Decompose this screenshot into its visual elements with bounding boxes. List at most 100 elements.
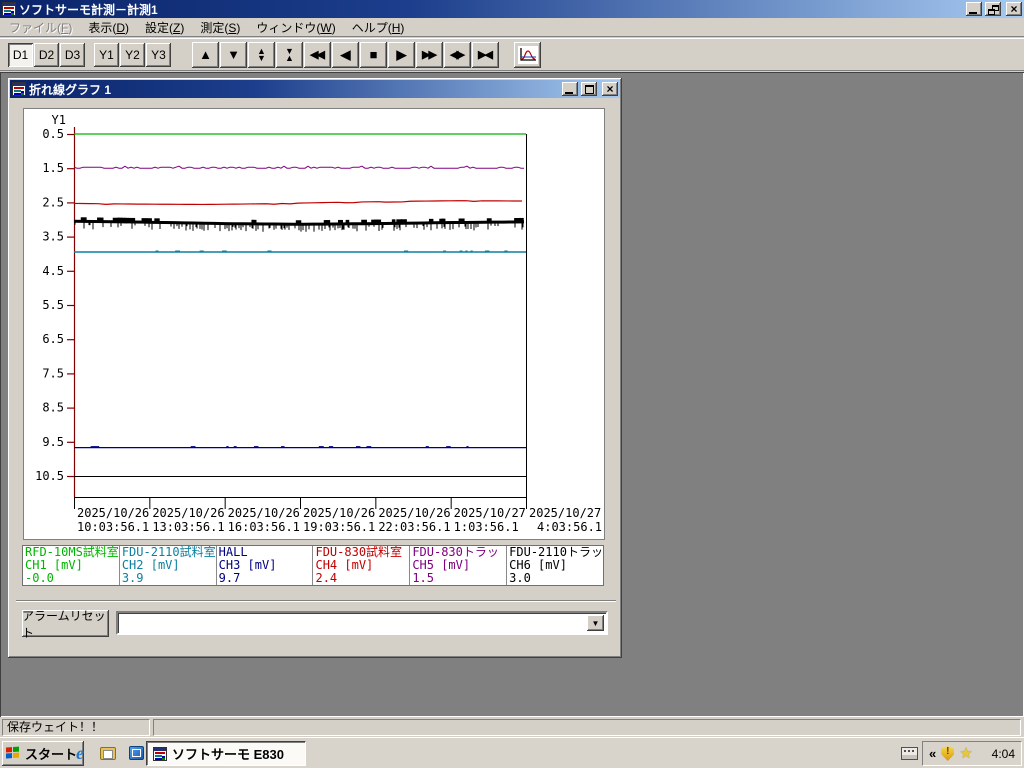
display-d1-button[interactable]: D1 [8, 42, 33, 67]
main-window-title: ソフトサーモ計測－計測1 [19, 2, 158, 17]
view-button-group: D1 D2 D3 [8, 42, 85, 67]
nav-button-group: ▲ ▼ ▲ ▼ ▼ ▲ ◀◀ ◀ ■ ▶ ▶▶ ◀▶ ▶◀ [192, 41, 499, 68]
statusbar: 保存ウェイト！！ [0, 717, 1024, 737]
scroll-up-button[interactable]: ▲ [192, 41, 219, 68]
restore-button[interactable] [985, 2, 1001, 16]
svg-text:8.5: 8.5 [42, 401, 64, 415]
svg-text:7.5: 7.5 [42, 366, 64, 380]
axis-y2-button[interactable]: Y2 [120, 42, 145, 67]
svg-text:2.5: 2.5 [42, 195, 64, 209]
menubar: ファイル(F) 表示(D) 設定(Z) 測定(S) ウィンドウ(W) ヘルプ(H) [0, 18, 1024, 37]
main-titlebar: ソフトサーモ計測－計測1 × [0, 0, 1024, 18]
status-panel-secondary [153, 719, 1021, 736]
axis-y1-button[interactable]: Y1 [94, 42, 119, 67]
security-shield-icon[interactable] [941, 746, 955, 761]
svg-text:Y1: Y1 [52, 113, 66, 127]
svg-text:1:03:56.1: 1:03:56.1 [454, 520, 519, 534]
svg-text:1.5: 1.5 [42, 161, 64, 175]
windows-flag-icon [6, 746, 21, 760]
task-app-icon [153, 746, 167, 761]
menu-item-settings[interactable]: 設定(Z) [137, 17, 192, 38]
svg-text:2025/10/26: 2025/10/26 [152, 506, 224, 520]
menu-item-measure[interactable]: 測定(S) [192, 17, 248, 38]
graph-window-icon [12, 82, 26, 96]
fast-forward-button[interactable]: ▶▶ [416, 41, 443, 68]
desktop: ソフトサーモ計測－計測1 × ファイル(F) 表示(D) 設定(Z) 測定(S) ウィン… [0, 0, 1024, 768]
expand-vertical-button[interactable]: ▲ ▼ [248, 41, 275, 68]
menu-item-file: ファイル(F) [9, 20, 73, 35]
line-chart: Y1 0.5 1.5 2.5 3.5 4.5 5.5 6.5 7.5 8.5 9.5 10.5 2025… [23, 108, 605, 540]
outlook-express-icon[interactable] [126, 743, 146, 763]
alarm-reset-button[interactable]: アラームリセット [22, 609, 109, 640]
menu-item-help[interactable]: ヘルプ(H) [344, 17, 413, 38]
svg-text:3.5: 3.5 [42, 230, 64, 244]
legend-cell-ch3: HALL CH3 [mV] 9.7 [215, 546, 313, 585]
menu-item-window[interactable]: ウィンドウ(W) [248, 17, 343, 38]
svg-text:22:03:56.1: 22:03:56.1 [378, 520, 450, 534]
line-chart-svg: Y10.5 1.5 2.5 3.5 4.5 5.5 6.5 7.5 8.5 9.5 10.5 2025… [35, 113, 602, 534]
keyboard-icon[interactable] [901, 747, 918, 760]
stop-button[interactable]: ■ [360, 41, 387, 68]
svg-text:2025/10/26: 2025/10/26 [228, 506, 300, 520]
legend-cell-ch2: FDU-2110試料室 CH2 [mV] 3.9 [118, 546, 216, 585]
svg-text:0.5: 0.5 [42, 127, 64, 141]
alarm-reset-label: アラームリセット [22, 608, 106, 640]
task-app-button[interactable]: ソフトサーモ E830 [146, 741, 306, 766]
step-forward-button[interactable]: ▶ [388, 41, 415, 68]
svg-text:2025/10/27: 2025/10/27 [529, 506, 601, 520]
step-backward-button[interactable]: ◀ [332, 41, 359, 68]
legend-cell-ch4: FDU-830試料室 CH4 [mV] 2.4 [312, 546, 410, 585]
tray-chevron[interactable]: « [929, 746, 936, 761]
svg-text:19:03:56.1: 19:03:56.1 [303, 520, 375, 534]
graph-window: 折れ線グラフ 1 × Y1 0.5 1.5 2.5 3.5 4.5 5.5 6.5 7.5 8.5… [8, 78, 622, 658]
show-desktop-icon[interactable] [98, 743, 118, 763]
separator [16, 600, 616, 602]
mdi-area: 折れ線グラフ 1 × Y1 0.5 1.5 2.5 3.5 4.5 5.5 6.5 7.5 8.5… [0, 72, 1024, 717]
legend-cell-ch1: RFD-10MS試料室 CH1 [mV] -0.0 [23, 546, 119, 585]
star-icon[interactable]: ★ [959, 746, 972, 761]
compress-horizontal-button[interactable]: ▶◀ [472, 41, 499, 68]
svg-text:9.5: 9.5 [42, 435, 64, 449]
svg-text:10:03:56.1: 10:03:56.1 [77, 520, 149, 534]
graph-maximize-button[interactable] [581, 82, 597, 96]
alarm-combo-input[interactable] [120, 615, 586, 631]
display-d2-button[interactable]: D2 [34, 42, 59, 67]
app-icon [2, 2, 16, 16]
graph-titlebar: 折れ線グラフ 1 × [10, 80, 620, 98]
scroll-down-button[interactable]: ▼ [220, 41, 247, 68]
svg-text:2025/10/26: 2025/10/26 [77, 506, 149, 520]
svg-text:16:03:56.1: 16:03:56.1 [228, 520, 300, 534]
toolbar: D1 D2 D3 Y1 Y2 Y3 ▲ ▼ ▲ ▼ ▼ ▲ ◀◀ ◀ ■ ▶ ▶▶ ◀▶ ▶◀ [0, 38, 1024, 71]
legend-cell-ch5: FDU-830トラッ CH5 [mV] 1.5 [409, 546, 507, 585]
tray-clock: 4:04 [991, 746, 1015, 761]
svg-text:6.5: 6.5 [42, 332, 64, 346]
system-tray: « ★ 4:04 [922, 741, 1022, 766]
svg-text:2025/10/27: 2025/10/27 [454, 506, 526, 520]
graph-minimize-button[interactable] [562, 82, 578, 96]
graph-body: Y1 0.5 1.5 2.5 3.5 4.5 5.5 6.5 7.5 8.5 9.5 10.5 2025… [10, 98, 620, 656]
expand-horizontal-button[interactable]: ◀▶ [444, 41, 471, 68]
fast-backward-button[interactable]: ◀◀ [304, 41, 331, 68]
status-message: 保存ウェイト！！ [2, 719, 150, 736]
graph-icon [517, 45, 538, 64]
axis-button-group: Y1 Y2 Y3 [94, 42, 171, 67]
close-button[interactable]: × [1006, 2, 1022, 16]
combo-dropdown-button[interactable]: ▼ [587, 615, 604, 631]
alarm-combo[interactable]: ▼ [116, 611, 608, 635]
graph-close-button[interactable]: × [602, 82, 618, 96]
menu-item-view[interactable]: 表示(D) [80, 17, 137, 38]
svg-text:5.5: 5.5 [42, 298, 64, 312]
display-d3-button[interactable]: D3 [60, 42, 85, 67]
svg-text:13:03:56.1: 13:03:56.1 [152, 520, 224, 534]
taskbar: スタート e ソフトサーモ E830 « ★ 4:04 [0, 737, 1024, 768]
graph-settings-button[interactable] [514, 41, 541, 68]
legend-cell-ch6: FDU-2110トラッ CH6 [mV] 3.0 [506, 546, 603, 585]
task-app-label: ソフトサーモ E830 [172, 747, 284, 762]
compress-vertical-button[interactable]: ▼ ▲ [276, 41, 303, 68]
internet-explorer-icon[interactable]: e [70, 743, 90, 763]
axis-y3-button[interactable]: Y3 [146, 42, 171, 67]
minimize-button[interactable] [966, 2, 982, 16]
graph-window-title: 折れ線グラフ 1 [29, 82, 112, 97]
channel-legend: RFD-10MS試料室 CH1 [mV] -0.0 FDU-2110試料室 CH2 [m… [22, 545, 604, 586]
svg-text:10.5: 10.5 [35, 469, 64, 483]
